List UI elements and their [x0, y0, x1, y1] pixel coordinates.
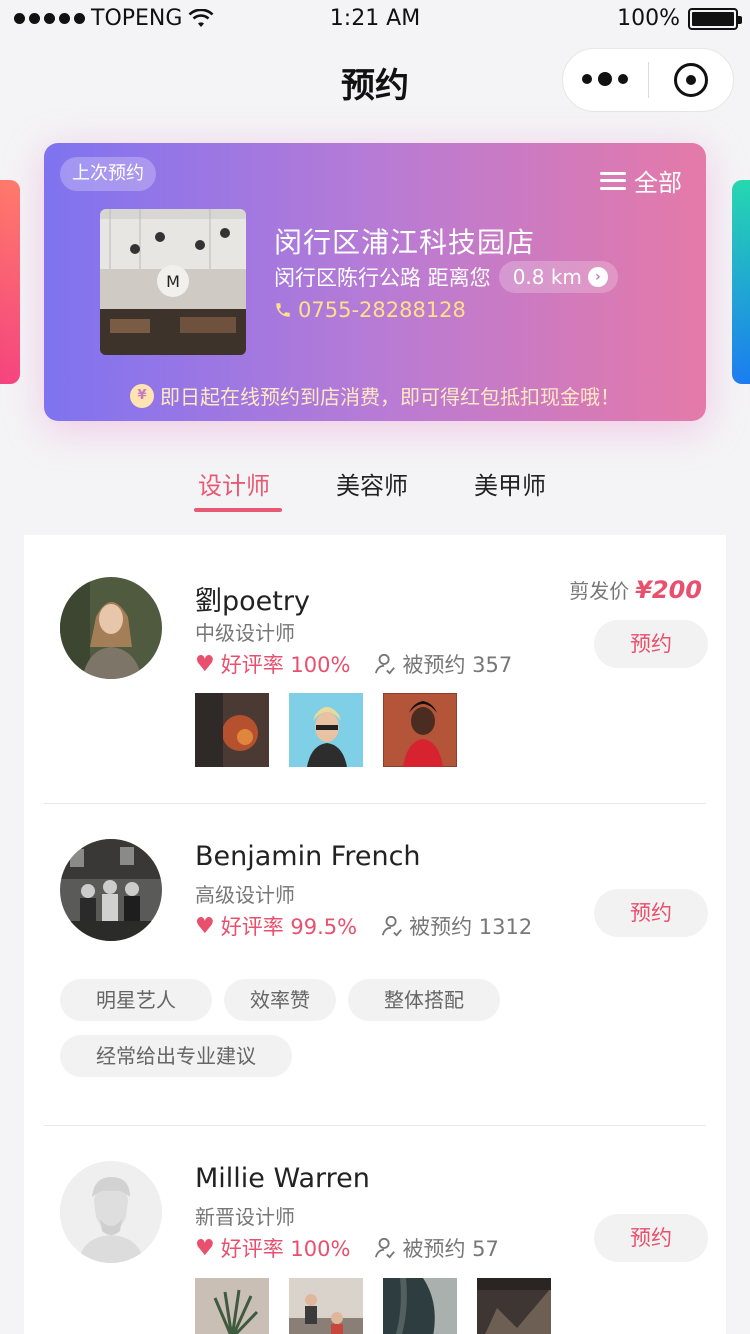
- menu-icon: [600, 171, 626, 190]
- next-shop-card[interactable]: [732, 180, 750, 384]
- all-shops-label: 全部: [634, 169, 682, 197]
- price-label: 剪发价: [569, 579, 630, 603]
- more-icon[interactable]: [563, 72, 648, 86]
- stylist-stats: ♥ 好评率 100% 被预约 357: [195, 649, 512, 679]
- shop-name: 闵行区浦江科技园店: [274, 226, 536, 259]
- shop-photo-sign: M: [166, 272, 180, 291]
- status-bar: TOPENG 1:21 AM 100%: [0, 0, 750, 40]
- shop-phone-number: 0755-28288128: [298, 298, 466, 322]
- stylist-level: 高级设计师: [195, 883, 295, 907]
- work-thumbnail[interactable]: [289, 693, 363, 767]
- user-check-icon: [382, 915, 402, 937]
- category-tabs: 设计师 美容师 美甲师: [0, 466, 750, 516]
- stylist-stats: ♥ 好评率 99.5% 被预约 1312: [195, 911, 532, 941]
- stylist-stats: ♥ 好评率 100% 被预约 57: [195, 1233, 499, 1263]
- distance-value: 0.8 km: [512, 265, 582, 289]
- avatar: [60, 839, 162, 941]
- battery-percent: 100%: [617, 6, 680, 31]
- target-icon: [673, 63, 708, 97]
- close-target-button[interactable]: [649, 63, 734, 97]
- booked-count: 被预约 1312: [409, 915, 533, 939]
- tab-designer[interactable]: 设计师: [198, 466, 270, 501]
- prev-shop-card[interactable]: [0, 180, 20, 384]
- stylist-name: 劉poetry: [195, 586, 310, 617]
- battery-icon: [688, 7, 742, 30]
- list-item[interactable]: Millie Warren 新晋设计师 ♥ 好评率 100% 被预约 57 预约: [24, 1126, 726, 1334]
- chevron-right-icon: ›: [587, 267, 608, 287]
- stylist-name: Benjamin French: [195, 841, 421, 872]
- booked-count: 被预约 357: [402, 653, 513, 677]
- coupon-icon: ¥: [130, 383, 154, 408]
- heart-icon: ♥: [195, 1235, 215, 1261]
- work-thumbnail[interactable]: [477, 1278, 551, 1334]
- phone-icon: [276, 303, 290, 317]
- work-thumbnail[interactable]: [289, 1278, 363, 1334]
- works-gallery: [195, 1278, 551, 1334]
- tab-nail-artist[interactable]: 美甲师: [474, 466, 546, 501]
- book-button[interactable]: 预约: [594, 889, 708, 937]
- promo-tip-text: 即日起在线预约到店消费，即可得红包抵扣现金哦！: [160, 385, 620, 409]
- active-tab-indicator: [194, 508, 282, 512]
- work-thumbnail[interactable]: [195, 693, 269, 767]
- list-item[interactable]: Benjamin French 高级设计师 ♥ 好评率 99.5% 被预约 13…: [24, 804, 726, 1124]
- user-check-icon: [375, 1237, 396, 1259]
- works-gallery: [195, 693, 457, 767]
- shop-photo: M: [100, 209, 246, 355]
- last-booking-tag: 上次预约: [60, 157, 156, 191]
- battery-status: 100%: [617, 6, 742, 31]
- default-avatar-icon: [60, 1161, 162, 1263]
- shop-address: 闵行区陈行公路 距离您 0.8 km ›: [274, 261, 618, 293]
- work-thumbnail[interactable]: [383, 1278, 457, 1334]
- work-thumbnail[interactable]: [383, 693, 457, 767]
- stylist-level: 新晋设计师: [195, 1205, 295, 1229]
- promo-tip: ¥ 即日起在线预约到店消费，即可得红包抵扣现金哦！: [44, 381, 706, 410]
- distance-pill[interactable]: 0.8 km ›: [498, 261, 618, 293]
- rating: 好评率 99.5%: [220, 915, 358, 939]
- heart-icon: ♥: [195, 651, 215, 677]
- tag: 整体搭配: [348, 979, 500, 1021]
- tag: 经常给出专业建议: [60, 1035, 292, 1077]
- avatar: [60, 577, 162, 679]
- book-button[interactable]: 预约: [594, 1214, 708, 1262]
- book-button[interactable]: 预约: [594, 620, 708, 668]
- user-check-icon: [375, 653, 396, 675]
- stylist-tags: 明星艺人 效率赞 整体搭配 经常给出专业建议: [60, 979, 700, 1077]
- booked-count: 被预约 57: [402, 1237, 499, 1261]
- all-shops-button[interactable]: 全部: [600, 163, 682, 198]
- mini-program-capsule: [562, 48, 734, 112]
- tag: 明星艺人: [60, 979, 212, 1021]
- work-thumbnail[interactable]: [195, 1278, 269, 1334]
- shop-phone[interactable]: 0755-28288128: [274, 298, 466, 322]
- price-value: ¥200: [635, 576, 702, 604]
- stylist-list: 劉poetry 中级设计师 ♥ 好评率 100% 被预约 357 剪发价 ¥20…: [24, 535, 726, 1334]
- stylist-level: 中级设计师: [195, 621, 295, 645]
- rating: 好评率 100%: [220, 1237, 351, 1261]
- heart-icon: ♥: [195, 913, 215, 939]
- tab-beautician[interactable]: 美容师: [336, 466, 408, 501]
- list-item[interactable]: 劉poetry 中级设计师 ♥ 好评率 100% 被预约 357 剪发价 ¥20…: [24, 535, 726, 803]
- shop-address-text: 闵行区陈行公路 距离您: [274, 266, 491, 290]
- shop-card[interactable]: 上次预约 全部 M 闵行区浦江科技园店 闵行区陈行公路 距离您 0.8 km ›…: [44, 143, 706, 421]
- rating: 好评率 100%: [220, 653, 351, 677]
- haircut-price: 剪发价 ¥200: [569, 575, 702, 604]
- tag: 效率赞: [224, 979, 336, 1021]
- stylist-name: Millie Warren: [195, 1163, 370, 1194]
